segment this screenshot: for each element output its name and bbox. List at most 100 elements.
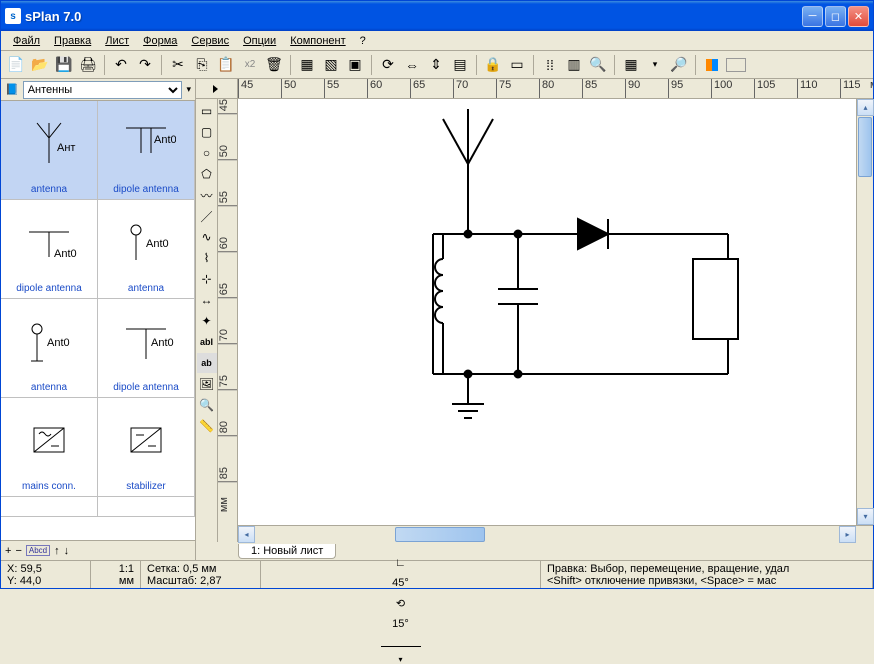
lib-down-icon[interactable]: ↓	[64, 545, 70, 557]
group-icon[interactable]: ▣	[344, 54, 366, 76]
svg-text:Ant0: Ant0	[151, 337, 174, 349]
copy-icon[interactable]: ⎘	[191, 54, 213, 76]
lib-item-antenna2[interactable]: Ant0 antenna	[98, 200, 195, 298]
text-tool-icon[interactable]: abI	[197, 332, 217, 352]
library-dropdown-icon[interactable]: ▾	[186, 84, 191, 95]
lib-item-stabilizer[interactable]: stabilizer	[98, 398, 195, 496]
lib-item-dipole2[interactable]: Ant0 dipole antenna	[1, 200, 98, 298]
line-tool-icon[interactable]: ／	[197, 206, 217, 226]
status-hint1: Правка: Выбор, перемещение, вращение, уд…	[547, 563, 866, 575]
status-grid: Сетка: 0,5 мм	[147, 563, 254, 575]
svg-text:Ант: Ант	[57, 142, 75, 154]
list-icon[interactable]: ▥	[563, 54, 585, 76]
titlebar: s sPlan 7.0 ─ ◻ ✕	[1, 1, 873, 31]
status-unit: мм	[97, 575, 134, 587]
image-tool-icon[interactable]: 🖼	[197, 374, 217, 394]
status-x: X: 59,5	[7, 563, 84, 575]
polyline-tool-icon[interactable]: ⌇	[197, 248, 217, 268]
cut-icon[interactable]: ✂	[167, 54, 189, 76]
lib-item-antenna[interactable]: Ант antenna	[1, 101, 98, 199]
menu-file[interactable]: Файл	[7, 33, 46, 49]
statusbar: X: 59,5 Y: 44,0 1:1 мм Сетка: 0,5 мм Мас…	[1, 560, 873, 588]
lock-icon[interactable]: 🔒	[482, 54, 504, 76]
bezier-tool-icon[interactable]: ∿	[197, 227, 217, 247]
angle45-icon[interactable]: ∟	[395, 557, 406, 569]
scrollbar-horizontal[interactable]: ◂ ▸	[238, 525, 873, 542]
lib-item-antenna3[interactable]: Ant0 antenna	[1, 299, 98, 397]
zoom-icon[interactable]: 🔎	[668, 54, 690, 76]
lib-add-icon[interactable]: +	[5, 545, 11, 557]
svg-text:Ant0: Ant0	[154, 134, 176, 146]
delete-icon[interactable]: 🗑	[263, 54, 285, 76]
colors-icon[interactable]	[701, 54, 723, 76]
freeline-tool-icon[interactable]: 〰	[197, 185, 217, 205]
lineweight-icon[interactable]	[381, 646, 421, 647]
menu-edit[interactable]: Правка	[48, 33, 97, 49]
component-icon[interactable]: ▭	[506, 54, 528, 76]
open-icon[interactable]: 📂	[29, 54, 51, 76]
snap-icon[interactable]: ⁞⁞	[539, 54, 561, 76]
lib-item-dipole3[interactable]: Ant0 dipole antenna	[98, 299, 195, 397]
svg-text:Ant0: Ant0	[146, 238, 169, 250]
duplicate-x2[interactable]: x2	[239, 54, 261, 76]
svg-text:Ant0: Ant0	[47, 337, 70, 349]
scrollbar-vertical[interactable]: ▴ ▾	[856, 99, 873, 525]
node-tool-icon[interactable]: ⊹	[197, 269, 217, 289]
roundrect-tool-icon[interactable]: ▢	[197, 122, 217, 142]
maximize-button[interactable]: ◻	[825, 6, 846, 27]
toolbar-main: 📄 📂 💾 🖨 ↶ ↷ ✂ ⎘ 📋 x2 🗑 ▦ ▧ ▣ ⟳ ⇔ ⇕ ▤ 🔒 ▭…	[1, 51, 873, 79]
lib-item-dipole[interactable]: Ant0 dipole antenna	[98, 101, 195, 199]
mirror-v-icon[interactable]: ⇕	[425, 54, 447, 76]
lib-item-mains[interactable]: mains conn.	[1, 398, 98, 496]
status-ratio: 1:1	[97, 563, 134, 575]
back-icon[interactable]: ▧	[320, 54, 342, 76]
lib-up-icon[interactable]: ↑	[54, 545, 60, 557]
textlabel-tool-icon[interactable]: ab	[197, 353, 217, 373]
dim-tool-icon[interactable]: ↔	[197, 290, 217, 310]
library-footer: + − Abcd ↑ ↓	[1, 540, 195, 560]
mirror-h-icon[interactable]: ⇔	[401, 54, 423, 76]
align-icon[interactable]: ▤	[449, 54, 471, 76]
props-icon[interactable]: ▦	[620, 54, 642, 76]
app-icon: s	[5, 8, 21, 24]
rotate-icon[interactable]: ⟳	[377, 54, 399, 76]
status-y: Y: 44,0	[7, 575, 84, 587]
library-select[interactable]: Антенны	[23, 81, 183, 99]
ruler-vertical[interactable]: 455055606570758085мм	[218, 99, 238, 542]
menu-form[interactable]: Форма	[137, 33, 183, 49]
library-grid: Ант antenna Ant0 dipole antenna Ant0 dip…	[1, 101, 195, 540]
print-icon[interactable]: 🖨	[77, 54, 99, 76]
window-title: sPlan 7.0	[25, 9, 800, 24]
redo-icon[interactable]: ↷	[134, 54, 156, 76]
menu-options[interactable]: Опции	[237, 33, 282, 49]
menu-help[interactable]: ?	[354, 33, 372, 49]
poly-tool-icon[interactable]: ⬠	[197, 164, 217, 184]
undo-icon[interactable]: ↶	[110, 54, 132, 76]
menubar: Файл Правка Лист Форма Сервис Опции Комп…	[1, 31, 873, 51]
rect-tool-icon[interactable]: ▭	[197, 101, 217, 121]
canvas[interactable]	[238, 99, 873, 525]
status-scale: Масштаб: 2,87	[147, 575, 254, 587]
find-icon[interactable]: 🔍	[587, 54, 609, 76]
close-button[interactable]: ✕	[848, 6, 869, 27]
paste-icon[interactable]: 📋	[215, 54, 237, 76]
ruler-horizontal[interactable]: 4550556065707580859095100105110115мм	[238, 79, 873, 99]
minimize-button[interactable]: ─	[802, 6, 823, 27]
save-icon[interactable]: 💾	[53, 54, 75, 76]
sheet-tabs: 1: Новый лист	[196, 542, 873, 560]
spacer-icon	[725, 54, 747, 76]
front-icon[interactable]: ▦	[296, 54, 318, 76]
menu-service[interactable]: Сервис	[185, 33, 235, 49]
lib-remove-icon[interactable]: −	[15, 545, 21, 557]
library-book-icon[interactable]: 📘	[5, 83, 19, 96]
sheet-tab-1[interactable]: 1: Новый лист	[238, 544, 336, 559]
lib-abcd-icon[interactable]: Abcd	[26, 545, 50, 556]
menu-sheet[interactable]: Лист	[99, 33, 135, 49]
zoom-tool-icon[interactable]: 🔍	[197, 395, 217, 415]
menu-component[interactable]: Компонент	[284, 33, 351, 49]
point-tool-icon[interactable]: ✦	[197, 311, 217, 331]
measure-tool-icon[interactable]: 📏	[197, 416, 217, 436]
angle15-icon[interactable]: ⟲	[396, 597, 405, 610]
circle-tool-icon[interactable]: ○	[197, 143, 217, 163]
new-icon[interactable]: 📄	[5, 54, 27, 76]
